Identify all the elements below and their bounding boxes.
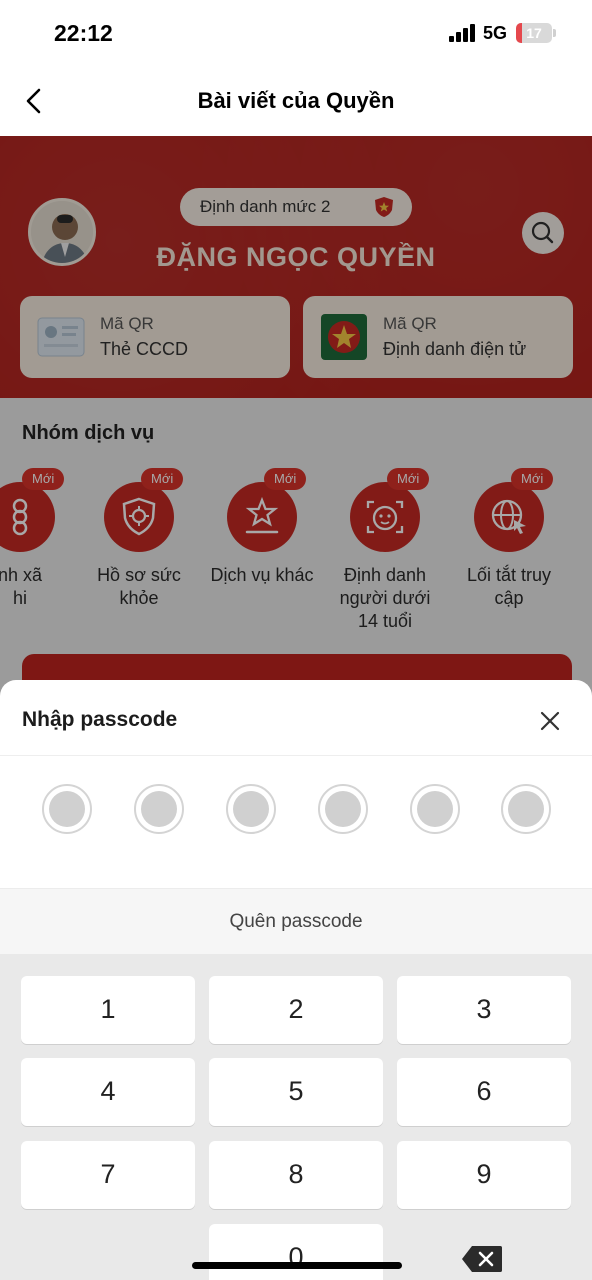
sheet-title: Nhập passcode bbox=[22, 708, 178, 731]
status-bar: 22:12 5G 17 bbox=[0, 0, 592, 66]
key-8[interactable]: 8 bbox=[209, 1141, 383, 1209]
backspace-button[interactable] bbox=[460, 1244, 504, 1274]
passcode-dot bbox=[42, 784, 92, 834]
passcode-dot bbox=[134, 784, 184, 834]
modal-backdrop[interactable] bbox=[0, 136, 592, 696]
passcode-dot bbox=[501, 784, 551, 834]
forgot-passcode-bar: Quên passcode bbox=[0, 888, 592, 954]
passcode-dot bbox=[226, 784, 276, 834]
key-0[interactable]: 0 bbox=[209, 1224, 383, 1280]
numeric-keypad: 1 2 3 4 5 6 7 8 9 0 bbox=[0, 954, 592, 1280]
battery-level: 17 bbox=[526, 25, 542, 41]
forgot-passcode-link[interactable]: Quên passcode bbox=[0, 911, 592, 933]
passcode-sheet: Nhập passcode Quên passcode 1 2 3 4 5 6 … bbox=[0, 680, 592, 1280]
passcode-dot bbox=[318, 784, 368, 834]
signal-icon bbox=[449, 24, 477, 42]
backspace-icon bbox=[462, 1246, 502, 1272]
close-button[interactable] bbox=[536, 707, 564, 735]
close-icon bbox=[540, 711, 560, 731]
battery-tip bbox=[553, 29, 556, 37]
page-title: Bài viết của Quyền bbox=[197, 88, 395, 113]
passcode-dot bbox=[410, 784, 460, 834]
home-indicator bbox=[192, 1262, 402, 1269]
key-3[interactable]: 3 bbox=[397, 976, 571, 1044]
status-time: 22:12 bbox=[54, 20, 113, 46]
battery-icon: 17 bbox=[516, 23, 552, 43]
key-6[interactable]: 6 bbox=[397, 1058, 571, 1126]
key-9[interactable]: 9 bbox=[397, 1141, 571, 1209]
passcode-dots bbox=[0, 784, 592, 836]
network-type: 5G bbox=[483, 23, 508, 43]
key-2[interactable]: 2 bbox=[209, 976, 383, 1044]
key-5[interactable]: 5 bbox=[209, 1058, 383, 1126]
key-4[interactable]: 4 bbox=[21, 1058, 195, 1126]
sheet-header: Nhập passcode bbox=[0, 680, 592, 756]
key-1[interactable]: 1 bbox=[21, 976, 195, 1044]
key-7[interactable]: 7 bbox=[21, 1141, 195, 1209]
nav-bar: Bài viết của Quyền bbox=[0, 66, 592, 136]
